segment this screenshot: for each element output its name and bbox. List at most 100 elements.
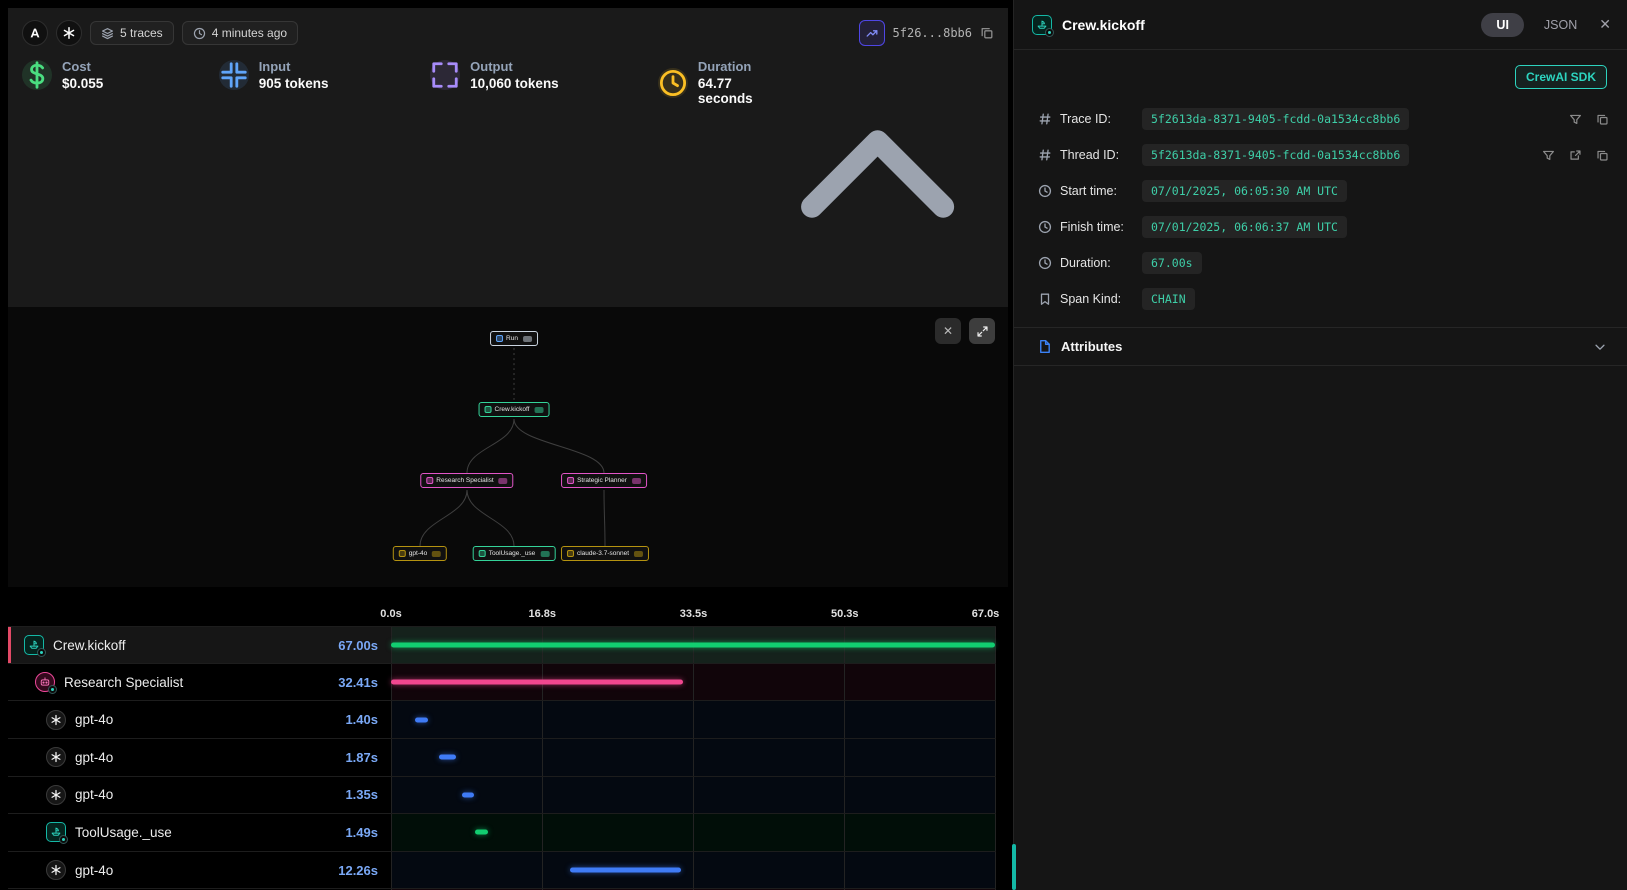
- traces-count-badge[interactable]: 5 traces: [90, 21, 174, 45]
- node-icon: [399, 550, 406, 557]
- funnel-button[interactable]: [1542, 149, 1555, 162]
- node-icon: [567, 477, 574, 484]
- node-icon: [426, 477, 433, 484]
- node-icon: [496, 335, 503, 342]
- stat-label: Output: [470, 59, 559, 74]
- duration-bar[interactable]: [475, 830, 488, 835]
- graph-close-button[interactable]: ✕: [935, 318, 961, 344]
- trend-button[interactable]: [859, 20, 885, 46]
- sdk-badge-row: CrewAI SDK: [1014, 50, 1627, 101]
- timeline-row[interactable]: gpt-4o1.40s: [8, 701, 996, 739]
- tab-ui[interactable]: UI: [1481, 13, 1524, 37]
- tab-json[interactable]: JSON: [1534, 13, 1587, 37]
- anthropic-logo-icon: [22, 20, 48, 46]
- copy-trace-id-button[interactable]: [980, 26, 994, 40]
- field-label: Trace ID:: [1060, 112, 1134, 126]
- row-label: Crew.kickoff67.00s: [8, 627, 391, 663]
- agentops-badge-icon: [37, 648, 46, 657]
- graph-node-run[interactable]: Run: [490, 331, 538, 346]
- duration-bar[interactable]: [570, 868, 681, 873]
- funnel-button[interactable]: [1569, 113, 1582, 126]
- dollar-icon: [22, 60, 52, 90]
- detail-field-finish-time: Finish time:07/01/2025, 06:06:37 AM UTC: [1014, 209, 1627, 245]
- timeline-row[interactable]: Research Specialist32.41s: [8, 664, 996, 702]
- field-value[interactable]: 5f2613da-8371-9405-fcdd-0a1534cc8bb6: [1142, 144, 1409, 166]
- attributes-section-toggle[interactable]: Attributes: [1014, 327, 1627, 366]
- field-value[interactable]: 5f2613da-8371-9405-fcdd-0a1534cc8bb6: [1142, 108, 1409, 130]
- duration-bar[interactable]: [391, 680, 683, 685]
- stat-duration: Duration 64.77 seconds: [658, 59, 761, 106]
- clock-icon: [193, 27, 206, 40]
- span-duration: 12.26s: [338, 863, 391, 878]
- field-value[interactable]: CHAIN: [1142, 288, 1195, 310]
- external-button[interactable]: [1569, 149, 1582, 162]
- field-value[interactable]: 07/01/2025, 06:05:30 AM UTC: [1142, 180, 1347, 202]
- close-panel-button[interactable]: ✕: [1599, 16, 1611, 33]
- node-icon: [479, 550, 486, 557]
- duration-bar[interactable]: [391, 643, 995, 648]
- copy-button[interactable]: [1596, 113, 1609, 126]
- compress-icon: [219, 60, 249, 90]
- timeline-row[interactable]: gpt-4o 12.26s: [8, 852, 996, 890]
- stat-value: $0.055: [62, 76, 103, 91]
- field-value[interactable]: 07/01/2025, 06:06:37 AM UTC: [1142, 216, 1347, 238]
- span-duration: 1.35s: [345, 787, 391, 802]
- collapse-stats-button[interactable]: [761, 59, 994, 294]
- stat-input: Input905 tokens: [219, 59, 430, 91]
- document-icon: [1037, 339, 1052, 354]
- openai-icon: [46, 860, 66, 880]
- copy-button[interactable]: [1596, 149, 1609, 162]
- row-label: gpt-4o1.40s: [8, 701, 391, 738]
- crewai-icon: [24, 635, 44, 655]
- node-label: Strategic Planner: [577, 477, 627, 484]
- layers-icon: [101, 27, 114, 40]
- timeline-row[interactable]: Crew.kickoff67.00s: [8, 626, 996, 664]
- detail-field-trace-id: Trace ID: 5f2613da-8371-9405-fcdd-0a1534c…: [1014, 101, 1627, 137]
- row-track: [391, 664, 996, 701]
- copy-icon: [980, 26, 994, 40]
- timeline-axis: 0.0s16.8s33.5s50.3s67.0s: [8, 599, 996, 626]
- external-link-icon: [1569, 149, 1582, 162]
- node-badge: [432, 551, 441, 557]
- field-value[interactable]: 67.00s: [1142, 252, 1202, 274]
- axis-tick: 0.0s: [380, 608, 401, 620]
- graph-expand-button[interactable]: [969, 318, 995, 344]
- field-label: Span Kind:: [1060, 292, 1134, 306]
- clock-icon: [1037, 256, 1052, 271]
- expand4-icon: [430, 60, 460, 90]
- graph-node-strategic[interactable]: Strategic Planner: [561, 473, 647, 488]
- graph-node-claude[interactable]: claude-3.7-sonnet: [561, 546, 649, 561]
- stat-cost: Cost$0.055: [22, 59, 219, 91]
- axis-tick: 67.0s: [972, 608, 1000, 620]
- copy-icon: [1596, 149, 1609, 162]
- node-label: Research Specialist: [436, 477, 493, 484]
- graph-node-tool[interactable]: ToolUsage._use: [473, 546, 556, 561]
- duration-bar[interactable]: [439, 755, 456, 760]
- scrollbar-thumb[interactable]: [1012, 844, 1016, 890]
- axis-tick: 50.3s: [831, 608, 859, 620]
- stat-label: Input: [259, 59, 329, 74]
- duration-bar[interactable]: [415, 717, 428, 722]
- stat-label: Duration: [698, 59, 761, 74]
- filter-icon: [1542, 149, 1555, 162]
- time-ago-badge: 4 minutes ago: [182, 21, 298, 45]
- expand-icon: [976, 325, 989, 338]
- stat-value: 64.77 seconds: [698, 76, 761, 106]
- span-duration: 32.41s: [338, 675, 391, 690]
- detail-view-tabs: UI JSON ✕: [1481, 13, 1611, 37]
- node-label: claude-3.7-sonnet: [577, 550, 629, 557]
- graph-edges: [8, 307, 1008, 587]
- row-label: gpt-4o 12.26s: [8, 852, 391, 889]
- graph-node-gpt[interactable]: gpt-4o: [393, 546, 447, 561]
- copy-icon: [1596, 113, 1609, 126]
- span-name: gpt-4o: [75, 863, 113, 878]
- graph-node-crew[interactable]: Crew.kickoff: [479, 402, 550, 417]
- field-label: Thread ID:: [1060, 148, 1134, 162]
- timeline-row[interactable]: gpt-4o1.35s: [8, 777, 996, 815]
- node-badge: [523, 336, 532, 342]
- graph-node-research[interactable]: Research Specialist: [420, 473, 513, 488]
- timeline-row[interactable]: gpt-4o1.87s: [8, 739, 996, 777]
- timeline-row[interactable]: ToolUsage._use1.49s: [8, 814, 996, 852]
- duration-bar[interactable]: [462, 792, 474, 797]
- span-duration: 1.49s: [345, 825, 391, 840]
